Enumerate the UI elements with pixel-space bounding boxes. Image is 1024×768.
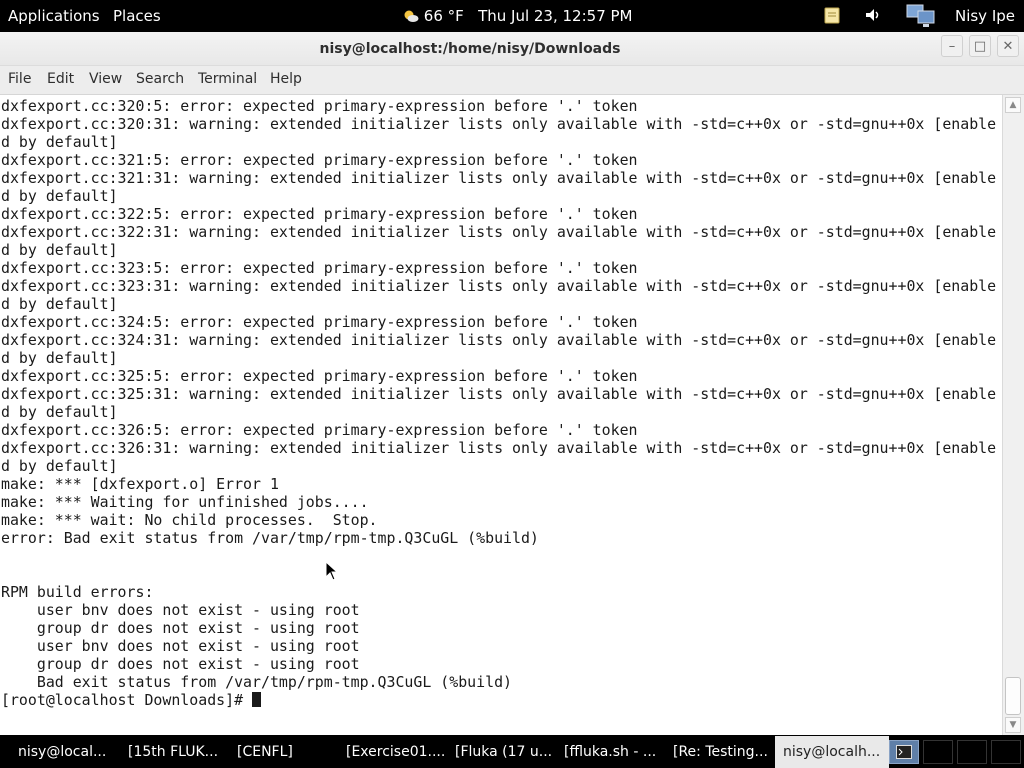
volume-icon[interactable] [864, 6, 882, 28]
maximize-icon: □ [973, 38, 987, 54]
taskbar-item-active[interactable]: nisy@localh... [775, 736, 889, 768]
text-cursor [252, 692, 262, 707]
terminal-line: make: *** [dxfexport.o] Error 1 [1, 475, 279, 493]
taskbar-item-label: [Re: Testing... [673, 744, 768, 760]
terminal-line: dxfexport.cc:324:31: warning: extended i… [1, 331, 997, 349]
datetime: Thu Jul 23, 12:57 PM [478, 7, 633, 25]
taskbar: nisy@local... [15th FLUK... [CENFL] [Exe… [0, 736, 1024, 768]
maximize-button[interactable]: □ [969, 35, 991, 57]
window-titlebar[interactable]: nisy@localhost:/home/nisy/Downloads – □ … [0, 32, 1024, 66]
taskbar-item-label: [CENFL] [237, 744, 293, 760]
terminal-line: group dr does not exist - using root [1, 619, 360, 637]
terminal-line: Bad exit status from /var/tmp/rpm-tmp.Q3… [1, 673, 513, 691]
terminal-line: dxfexport.cc:321:5: error: expected prim… [1, 151, 638, 169]
terminal-prompt: [root@localhost Downloads]# [1, 691, 253, 709]
terminal-line: make: *** Waiting for unfinished jobs...… [1, 493, 369, 511]
terminal-line: dxfexport.cc:320:5: error: expected prim… [1, 97, 638, 115]
taskbar-item[interactable]: nisy@local... [14, 736, 120, 768]
terminal-line: d by default] [1, 457, 118, 475]
menu-edit[interactable]: Edit [47, 71, 74, 87]
terminal-line: dxfexport.cc:325:5: error: expected prim… [1, 367, 638, 385]
terminal-text: dxfexport.cc:320:5: error: expected prim… [1, 97, 996, 709]
terminal-line: dxfexport.cc:323:31: warning: extended i… [1, 277, 997, 295]
terminal-line: dxfexport.cc:323:5: error: expected prim… [1, 259, 638, 277]
terminal-line: user bnv does not exist - using root [1, 601, 360, 619]
chevron-up-icon: ▲ [1009, 100, 1017, 110]
terminal-line: RPM build errors: [1, 583, 154, 601]
terminal-line: user bnv does not exist - using root [1, 637, 360, 655]
terminal-line: dxfexport.cc:324:5: error: expected prim… [1, 313, 638, 331]
notes-icon[interactable] [824, 6, 840, 28]
workspace-1[interactable] [889, 740, 919, 764]
menu-view[interactable]: View [89, 71, 122, 87]
terminal-line: d by default] [1, 133, 118, 151]
top-panel: Applications Places 66 °F Thu Jul 23, 12… [0, 0, 1024, 32]
terminal-line: dxfexport.cc:322:31: warning: extended i… [1, 223, 997, 241]
applications-menu[interactable]: Applications [8, 7, 100, 25]
taskbar-item-label: nisy@localh... [783, 744, 881, 760]
menu-search[interactable]: Search [136, 71, 184, 87]
terminal-line: d by default] [1, 403, 118, 421]
close-icon: ✕ [1002, 38, 1014, 54]
weather-temp: 66 °F [423, 7, 464, 25]
minimize-icon: – [948, 38, 956, 54]
workspace-4[interactable] [991, 740, 1021, 764]
terminal-line: group dr does not exist - using root [1, 655, 360, 673]
terminal-output[interactable]: dxfexport.cc:320:5: error: expected prim… [0, 95, 1002, 735]
taskbar-item-label: [15th FLUK... [128, 744, 219, 760]
terminal-line: d by default] [1, 241, 118, 259]
terminal-line: dxfexport.cc:325:31: warning: extended i… [1, 385, 997, 403]
terminal-line: make: *** wait: No child processes. Stop… [1, 511, 378, 529]
terminal-line: d by default] [1, 349, 118, 367]
menu-file[interactable]: File [8, 71, 31, 87]
terminal-line: dxfexport.cc:321:31: warning: extended i… [1, 169, 997, 187]
taskbar-item[interactable]: [Exercise01.... [342, 736, 446, 768]
terminal-line: d by default] [1, 187, 118, 205]
menu-terminal[interactable]: Terminal [198, 71, 257, 87]
taskbar-item[interactable]: [Re: Testing... [669, 736, 773, 768]
terminal-line: dxfexport.cc:322:5: error: expected prim… [1, 205, 638, 223]
places-menu[interactable]: Places [113, 7, 161, 25]
terminal-line: error: Bad exit status from /var/tmp/rpm… [1, 529, 539, 547]
window-title: nisy@localhost:/home/nisy/Downloads [319, 41, 621, 57]
taskbar-item[interactable]: [Fluka (17 u... [451, 736, 555, 768]
minimize-button[interactable]: – [941, 35, 963, 57]
mouse-pointer-icon [325, 560, 339, 585]
taskbar-item[interactable]: [15th FLUK... [124, 736, 228, 768]
taskbar-item-label: [ffluka.sh - ... [564, 744, 657, 760]
taskbar-item-label: [Fluka (17 u... [455, 744, 553, 760]
terminal-line: dxfexport.cc:326:31: warning: extended i… [1, 439, 997, 457]
terminal-line: d by default] [1, 295, 118, 313]
terminal-line: dxfexport.cc:326:5: error: expected prim… [1, 421, 638, 439]
scroll-down-button[interactable]: ▼ [1005, 717, 1021, 733]
taskbar-item[interactable]: [CENFL] [233, 736, 337, 768]
network-icon[interactable] [905, 2, 937, 34]
scroll-up-button[interactable]: ▲ [1005, 97, 1021, 113]
scrollbar-thumb[interactable] [1005, 677, 1021, 715]
terminal-icon [896, 745, 912, 763]
workspace-3[interactable] [957, 740, 987, 764]
close-button[interactable]: ✕ [997, 35, 1019, 57]
workspace-2[interactable] [923, 740, 953, 764]
clock-weather[interactable]: 66 °F Thu Jul 23, 12:57 PM [403, 7, 633, 25]
taskbar-item[interactable]: [ffluka.sh - ... [560, 736, 664, 768]
taskbar-item-label: nisy@local... [18, 744, 107, 760]
vertical-scrollbar[interactable]: ▲ ▼ [1002, 95, 1024, 735]
chevron-down-icon: ▼ [1009, 720, 1017, 730]
terminal-window: nisy@localhost:/home/nisy/Downloads – □ … [0, 32, 1024, 735]
terminal-line: dxfexport.cc:320:31: warning: extended i… [1, 115, 997, 133]
user-menu[interactable]: Nisy Ipe [955, 7, 1015, 25]
menu-bar: File Edit View Search Terminal Help [0, 66, 1024, 95]
weather-sun-cloud-icon [403, 9, 419, 23]
menu-help[interactable]: Help [270, 71, 302, 87]
taskbar-item-label: [Exercise01.... [346, 744, 446, 760]
